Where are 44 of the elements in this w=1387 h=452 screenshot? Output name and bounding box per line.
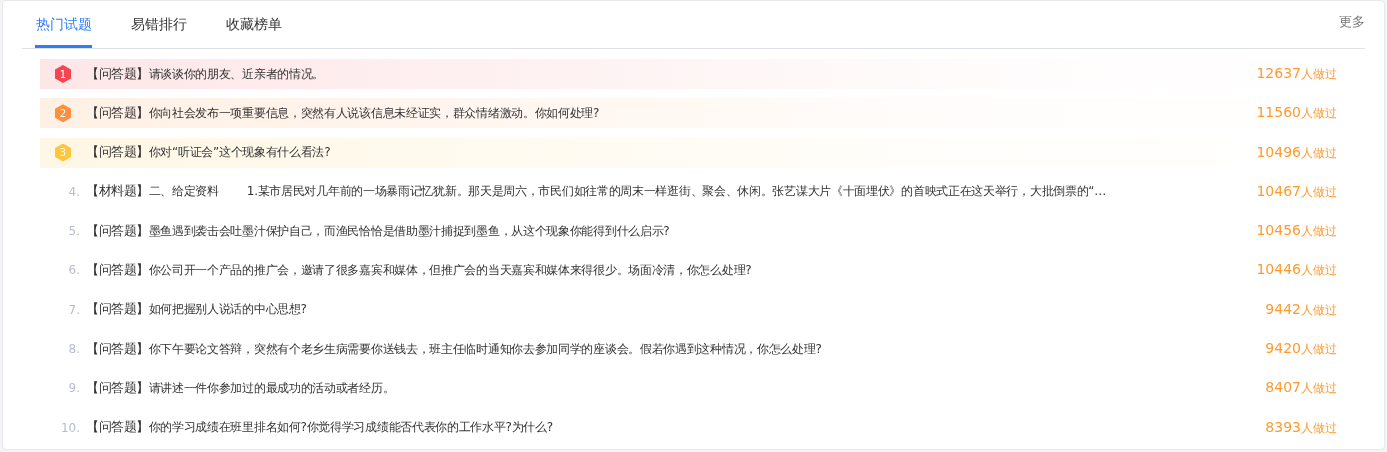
attempt-count: 10446人做过 [1256,261,1337,280]
question-link[interactable]: 墨鱼遇到袭击会吐墨汁保护自己，而渔民恰恰是借助墨汁捕捉到墨鱼，从这个现象你能得到什么启示? [148,222,1245,240]
tab[interactable]: 热门试题 [35,1,92,48]
question-type: 【问答题】 [86,222,149,240]
question-type: 【问答题】 [86,65,149,83]
tab[interactable]: 易错排行 [130,1,187,48]
question-type: 【问答题】 [86,144,149,162]
question-link[interactable]: 二、给定资料 1.某市居民对几年前的一场暴雨记忆犹新。那天是周六，市民们如往常的周末一样逛街、聚会、休闲。张艺谋大片《十面埋伏》的首映式正在这天举行，大批倒票的“… [148,183,1245,201]
rank-badge: 1 [55,65,71,83]
question-type: 【材料题】 [86,183,149,201]
attempt-count: 9442人做过 [1265,300,1337,319]
question-type: 【问答题】 [86,340,149,358]
attempt-count: 10467人做过 [1256,182,1337,201]
question-link[interactable]: 请谈谈你的朋友、近亲者的情况。 [148,65,1245,83]
question-link[interactable]: 你向社会发布一项重要信息，突然有人说该信息未经证实，群众情绪激动。你如何处理? [148,104,1245,122]
attempt-count: 8407人做过 [1265,379,1337,398]
question-type: 【问答题】 [86,262,149,279]
rank-badge: 3 [55,143,71,162]
rank-number: 10. [60,420,80,435]
rank-number: 7. [68,302,80,317]
question-link[interactable]: 你的学习成绩在班里排名如何?你觉得学习成绩能否代表你的工作水平?为什么? [148,419,1254,437]
question-type: 【问答题】 [86,301,149,319]
tab[interactable]: 收藏榜单 [225,1,282,48]
rank-number: 8. [68,342,80,357]
rank-badge: 2 [55,104,71,123]
question-link[interactable]: 请讲述一件你参加过的最成功的活动或者经历。 [148,379,1254,397]
rank-number: 4. [68,184,80,199]
attempt-count: 9420人做过 [1265,340,1337,359]
rank-number: 5. [68,224,80,239]
question-link[interactable]: 你对“听证会”这个现象有什么看法? [148,144,1245,162]
question-type: 【问答题】 [86,379,149,397]
question-type: 【问答题】 [86,104,149,122]
more-link[interactable]: 更多 [1339,13,1365,31]
rank-number: 6. [68,263,80,278]
question-type: 【问答题】 [86,419,149,437]
rank-number: 9. [68,381,80,396]
question-link[interactable]: 你下午要论文答辩，突然有个老乡生病需要你送钱去，班主任临时通知你去参加同学的座谈会。假若你遇到这种情况，你怎么处理? [148,340,1254,358]
attempt-count: 10456人做过 [1256,222,1337,241]
attempt-count: 11560人做过 [1256,104,1337,123]
attempt-count: 10496人做过 [1256,143,1337,162]
question-link[interactable]: 如何把握别人说话的中心思想? [148,301,1254,319]
attempt-count: 8393人做过 [1265,418,1337,437]
attempt-count: 12637人做过 [1256,65,1337,83]
question-link[interactable]: 你公司开一个产品的推广会，邀请了很多嘉宾和媒体，但推广会的当天嘉宾和媒体来得很少。场面冷清，你怎么处理? [148,262,1245,279]
